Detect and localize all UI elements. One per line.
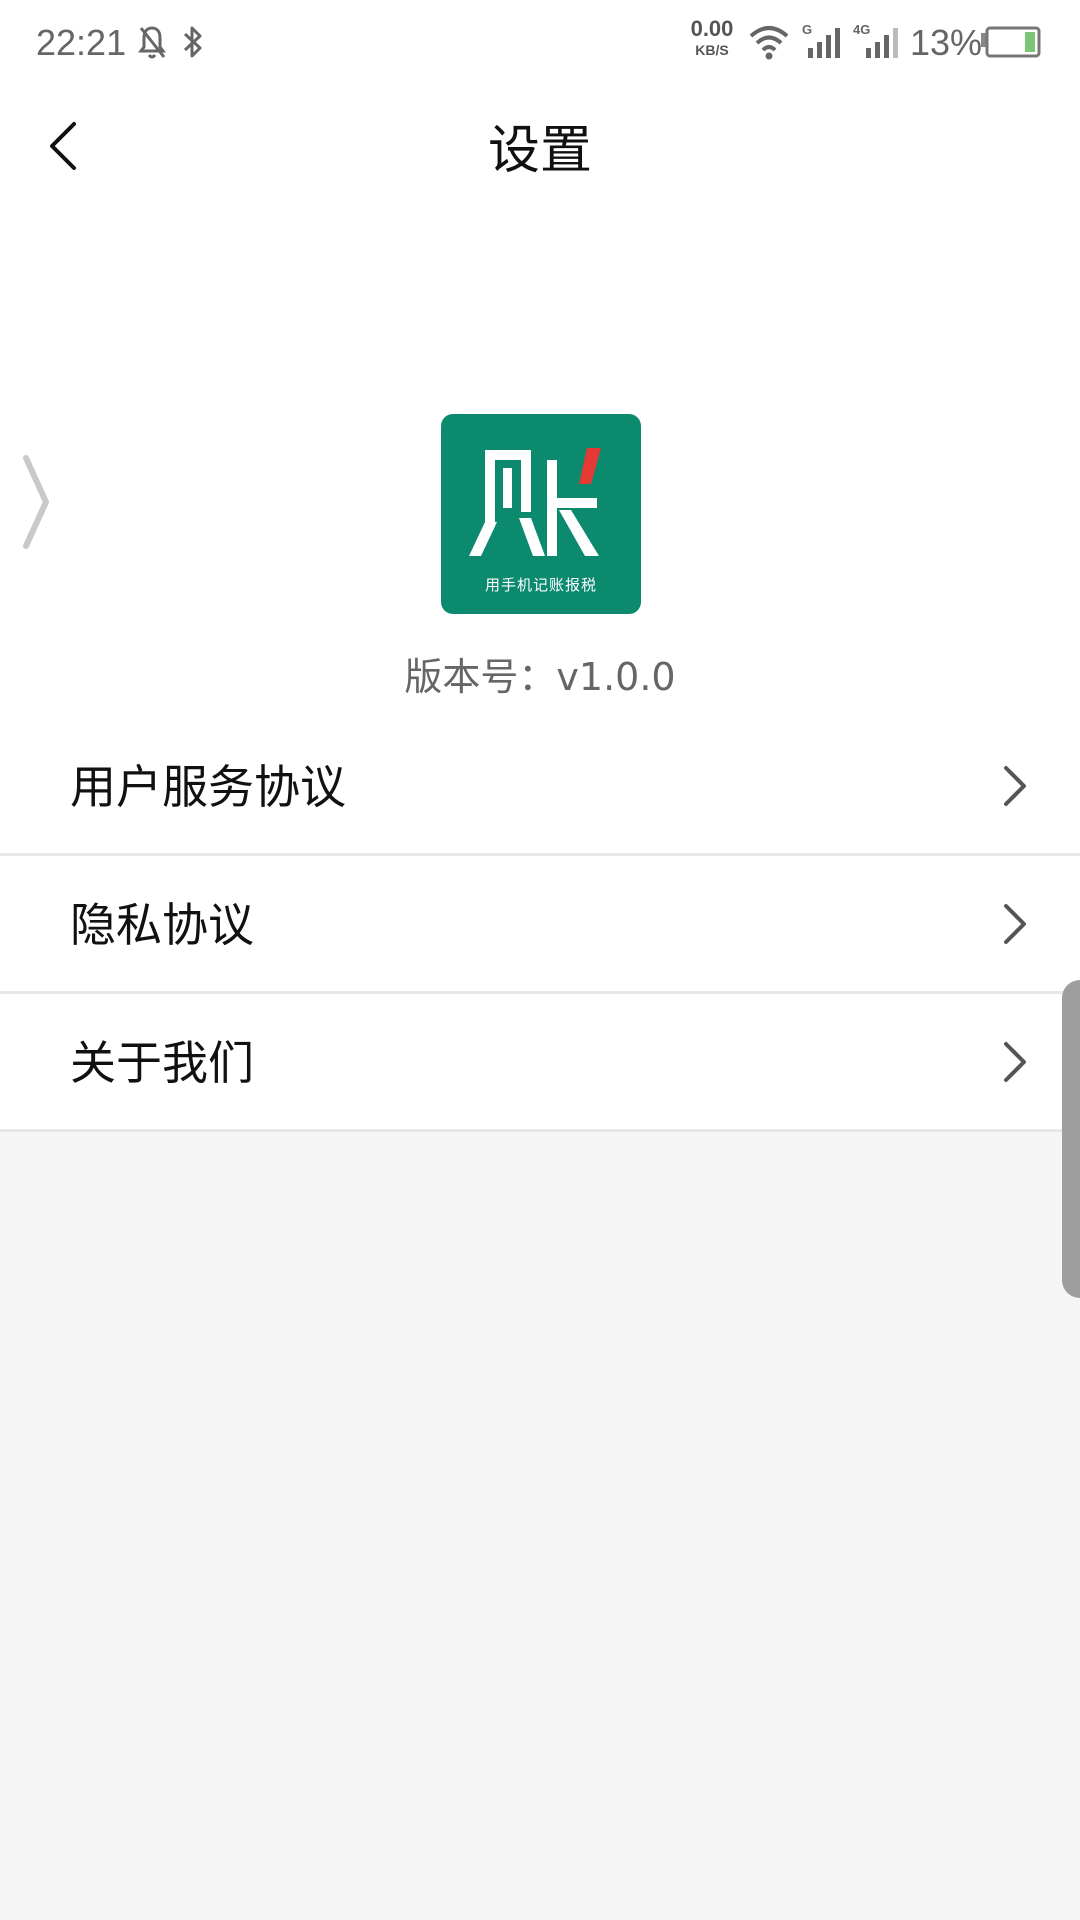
chevron-right-icon: [1004, 1042, 1026, 1082]
menu-item-privacy-policy[interactable]: 隐私协议: [0, 856, 1080, 994]
menu-item-user-agreement[interactable]: 用户服务协议: [0, 718, 1080, 856]
chevron-right-icon: [1004, 904, 1026, 944]
side-drawer-handle[interactable]: [1062, 980, 1080, 1298]
svg-text:4G: 4G: [853, 22, 870, 37]
app-logo: 账 用手机记账报税: [441, 414, 641, 614]
battery-icon: [981, 26, 1041, 58]
top-app-bar: 设置: [0, 84, 1080, 210]
svg-text:G: G: [802, 22, 812, 37]
status-time: 22:21: [36, 22, 127, 63]
page-title: 设置: [487, 121, 592, 181]
mute-bell-icon: [138, 26, 166, 59]
signal-icon: 4G: [853, 22, 898, 58]
wifi-icon: [749, 26, 789, 60]
bluetooth-icon: [183, 26, 202, 58]
menu-item-label: 用户服务协议: [70, 760, 346, 814]
version-label: 版本号：v1.0.0: [404, 655, 676, 699]
status-bar: 22:21 0.00 KB/S G 4G 13%: [0, 0, 1080, 84]
menu-item-about-us[interactable]: 关于我们: [0, 994, 1080, 1132]
settings-menu: 用户服务协议 隐私协议 关于我们: [0, 718, 1080, 1132]
signal-icon: G: [802, 22, 840, 58]
app-info-section: 账 用手机记账报税 版本号：v1.0.0: [0, 210, 1080, 718]
chevron-right-icon[interactable]: [16, 454, 56, 550]
battery-percent: 13%: [910, 22, 983, 63]
network-speed: 0.00 KB/S: [690, 16, 734, 58]
menu-item-label: 关于我们: [70, 1036, 254, 1090]
chevron-right-icon: [1004, 766, 1026, 806]
menu-item-label: 隐私协议: [70, 898, 254, 952]
logo-tagline: 用手机记账报税: [484, 576, 597, 594]
